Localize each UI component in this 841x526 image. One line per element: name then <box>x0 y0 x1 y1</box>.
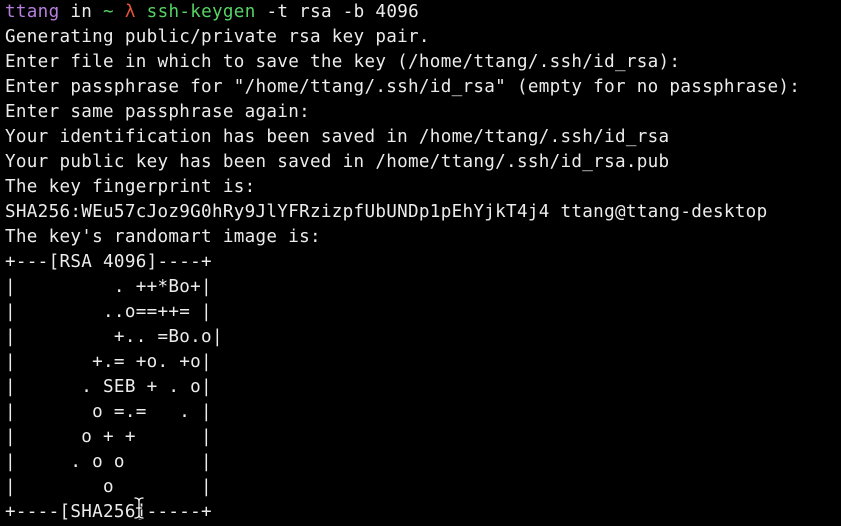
output-line: Generating public/private rsa key pair. <box>5 27 430 47</box>
output-line: Enter passphrase for "/home/ttang/.ssh/i… <box>5 77 801 97</box>
randomart-line: | o | <box>5 477 212 497</box>
prompt-symbol: λ <box>124 2 136 22</box>
randomart-line: | ..o==++= | <box>5 302 212 322</box>
prompt-dir: ~ <box>103 2 114 22</box>
command-args: -t rsa -b 4096 <box>255 2 419 22</box>
randomart-line: | +.= +o. +o| <box>5 352 212 372</box>
prompt-in: in <box>59 2 104 22</box>
randomart-line: | +.. =Bo.o| <box>5 327 223 347</box>
randomart-line: | . ++*Bo+| <box>5 277 212 297</box>
output-line: Your public key has been saved in /home/… <box>5 152 670 172</box>
output-line: The key's randomart image is: <box>5 227 321 247</box>
randomart-line: | o =.= . | <box>5 402 212 422</box>
fingerprint-line: SHA256:WEu57cJoz9G0hRy9JlYFRzizpfUbUNDp1… <box>5 202 768 222</box>
output-line: The key fingerprint is: <box>5 177 256 197</box>
prompt-line: ttang in ~ λ ssh-keygen -t rsa -b 4096 <box>5 0 841 25</box>
ibeam-cursor-icon <box>133 496 145 520</box>
terminal-window[interactable]: ttang in ~ λ ssh-keygen -t rsa -b 4096 G… <box>0 0 841 526</box>
randomart-line: | . o o | <box>5 452 212 472</box>
output-line: Enter file in which to save the key (/ho… <box>5 52 681 72</box>
output-line: Enter same passphrase again: <box>5 102 310 122</box>
randomart-line: +---[RSA 4096]----+ <box>5 252 212 272</box>
command-name: ssh-keygen <box>146 2 256 22</box>
randomart-line: | o + + | <box>5 427 212 447</box>
randomart-line: +----[SHA256]-----+ <box>5 502 212 522</box>
output-line: Your identification has been saved in /h… <box>5 127 670 147</box>
randomart-line: | . SEB + . o| <box>5 377 212 397</box>
prompt-user: ttang <box>5 2 60 22</box>
